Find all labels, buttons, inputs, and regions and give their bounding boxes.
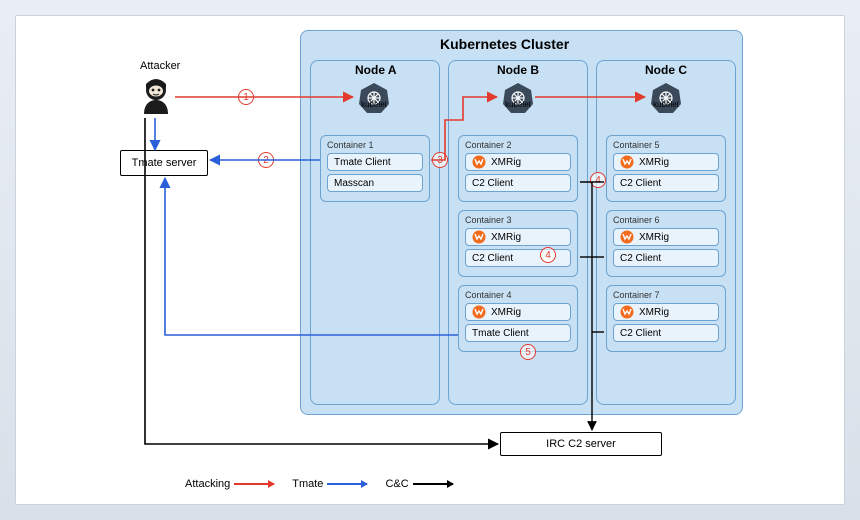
cluster-title: Kubernetes Cluster bbox=[440, 36, 569, 52]
tmate-server: Tmate server bbox=[120, 150, 208, 176]
step-4b: 4 bbox=[590, 172, 606, 188]
kubelet-label: kubelet bbox=[498, 100, 538, 109]
step-3: 3 bbox=[432, 152, 448, 168]
tmate-client-pill: Tmate Client bbox=[465, 324, 571, 342]
legend-tmate: Tmate bbox=[292, 478, 367, 490]
kubernetes-icon bbox=[358, 82, 390, 114]
attacker: Attacker bbox=[140, 60, 180, 119]
xmrig-pill: XMRig bbox=[465, 303, 571, 321]
container-6-label: Container 6 bbox=[613, 215, 719, 225]
c2-client-pill: C2 Client bbox=[613, 324, 719, 342]
container-5-label: Container 5 bbox=[613, 140, 719, 150]
step-2: 2 bbox=[258, 152, 274, 168]
xmrig-pill: XMRig bbox=[613, 303, 719, 321]
kubelet-label: kubelet bbox=[354, 100, 394, 109]
container-7: Container 7 XMRig C2 Client bbox=[606, 285, 726, 352]
step-5: 5 bbox=[520, 344, 536, 360]
tmate-client-pill: Tmate Client bbox=[327, 153, 423, 171]
xmrig-pill: XMRig bbox=[613, 228, 719, 246]
container-3: Container 3 XMRig C2 Client bbox=[458, 210, 578, 277]
legend: Attacking Tmate C&C bbox=[185, 478, 453, 490]
c2-client-pill: C2 Client bbox=[465, 174, 571, 192]
kubelet-b: kubelet bbox=[502, 82, 534, 114]
xmrig-icon bbox=[472, 230, 486, 244]
container-1-label: Container 1 bbox=[327, 140, 423, 150]
kubernetes-icon bbox=[650, 82, 682, 114]
kubelet-label: kubelet bbox=[646, 100, 686, 109]
xmrig-pill: XMRig bbox=[465, 228, 571, 246]
legend-cc: C&C bbox=[385, 478, 452, 490]
container-1: Container 1 Tmate Client Masscan bbox=[320, 135, 430, 202]
step-1: 1 bbox=[238, 89, 254, 105]
xmrig-pill: XMRig bbox=[465, 153, 571, 171]
container-2-label: Container 2 bbox=[465, 140, 571, 150]
container-2: Container 2 XMRig C2 Client bbox=[458, 135, 578, 202]
step-4a: 4 bbox=[540, 247, 556, 263]
node-a-title: Node A bbox=[355, 63, 397, 77]
xmrig-icon bbox=[620, 305, 634, 319]
legend-attacking: Attacking bbox=[185, 478, 274, 490]
container-5: Container 5 XMRig C2 Client bbox=[606, 135, 726, 202]
c2-client-pill: C2 Client bbox=[613, 174, 719, 192]
masscan-pill: Masscan bbox=[327, 174, 423, 192]
container-7-label: Container 7 bbox=[613, 290, 719, 300]
container-4: Container 4 XMRig Tmate Client bbox=[458, 285, 578, 352]
container-6: Container 6 XMRig C2 Client bbox=[606, 210, 726, 277]
xmrig-icon bbox=[620, 230, 634, 244]
c2-client-pill: C2 Client bbox=[613, 249, 719, 267]
xmrig-pill: XMRig bbox=[613, 153, 719, 171]
irc-c2-server: IRC C2 server bbox=[500, 432, 662, 456]
container-4-label: Container 4 bbox=[465, 290, 571, 300]
kubelet-a: kubelet bbox=[358, 82, 390, 114]
node-b-title: Node B bbox=[497, 63, 539, 77]
kubernetes-icon bbox=[502, 82, 534, 114]
attacker-icon bbox=[140, 76, 172, 116]
xmrig-icon bbox=[472, 305, 486, 319]
node-c-title: Node C bbox=[645, 63, 687, 77]
xmrig-icon bbox=[472, 155, 486, 169]
xmrig-icon bbox=[620, 155, 634, 169]
container-3-label: Container 3 bbox=[465, 215, 571, 225]
attacker-label: Attacker bbox=[140, 60, 180, 72]
kubelet-c: kubelet bbox=[650, 82, 682, 114]
